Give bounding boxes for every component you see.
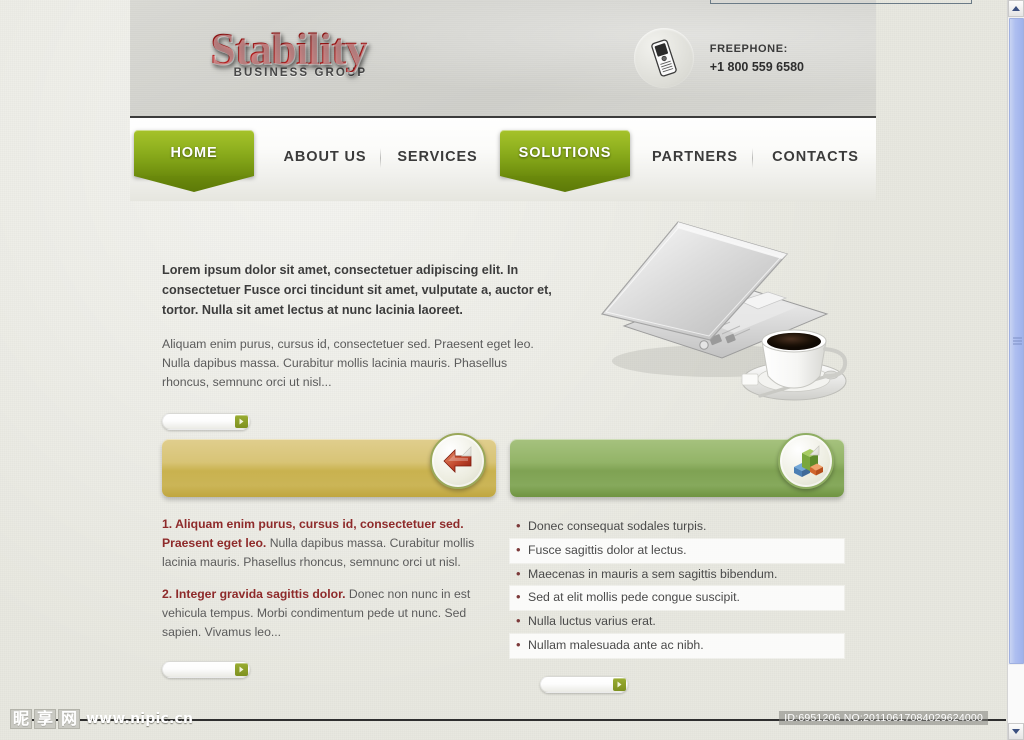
arrow-right-icon [235,415,248,429]
arrow-right-icon [235,662,248,676]
freephone-block: FREEPHONE: +1 800 559 6580 [633,28,804,88]
watermark-rule [30,719,1006,721]
scrollbar-thumb[interactable] [1009,18,1024,664]
arrow-right-icon [613,678,626,692]
scroll-up-button[interactable] [1008,0,1024,17]
right-column-readmore-button[interactable] [540,676,628,694]
list-item: Nulla luctus varius erat. [510,610,844,634]
site-header: Stability BUSINESS GROUP FREEPHONE: +1 8… [130,0,876,118]
promo-banners [130,433,876,497]
green-banner[interactable] [510,433,844,497]
chevron-down-icon [1012,729,1020,734]
hero-lead-paragraph: Lorem ipsum dolor sit amet, consectetuer… [162,263,552,317]
nav-item-about-us[interactable]: ABOUT US [270,146,380,168]
feature-list: Donec consequat sodales turpis. Fusce sa… [510,515,844,658]
numbered-paragraph-2: 2. Integer gravida sagittis dolor. Donec… [162,585,496,642]
nav-item-partners[interactable]: PARTNERS [640,146,750,168]
nav-item-contacts[interactable]: CONTACTS [758,146,873,168]
vertical-scrollbar[interactable] [1007,0,1024,740]
hero-readmore-button[interactable] [162,413,250,431]
watermark-char-2: 享 [34,709,57,729]
list-item: Nullam malesuada ante ac nibh. [510,634,844,658]
list-item: Sed at elit mollis pede congue suscipit. [510,586,844,611]
right-column: Donec consequat sodales turpis. Fusce sa… [510,515,844,694]
page-canvas: Stability BUSINESS GROUP FREEPHONE: +1 8… [0,0,1024,740]
freephone-text: FREEPHONE: +1 800 559 6580 [710,43,804,74]
freephone-number: +1 800 559 6580 [709,59,804,74]
nav-separator [380,148,381,168]
freephone-label: FREEPHONE: [709,42,788,55]
nav-item-label: ABOUT US [283,149,367,165]
nav-item-label: SERVICES [397,149,478,165]
nav-item-solutions[interactable]: SOLUTIONS [500,130,630,176]
numbered-paragraph-1: 1. Aliquam enim purus, cursus id, consec… [162,515,496,572]
content-columns: 1. Aliquam enim purus, cursus id, consec… [130,497,876,694]
watermark-id-text: ID:6951206 NO:20110617084029624000 [779,711,988,725]
mobile-phone-icon [633,28,694,88]
nav-item-label: HOME [170,145,218,161]
bar-chart-cube-icon [778,433,834,489]
gold-banner[interactable] [162,433,496,497]
main-content: Lorem ipsum dolor sit amet, consectetuer… [130,201,876,694]
list-item: Donec consequat sodales turpis. [510,515,844,539]
watermark-char-3: 网 [58,709,81,729]
left-column: 1. Aliquam enim purus, cursus id, consec… [162,515,496,693]
laptop-and-coffee-photo [582,206,882,421]
left-column-readmore-button[interactable] [162,660,250,678]
red-arrow-page-icon [430,433,486,489]
nav-item-label: CONTACTS [772,149,859,165]
watermark-cjk-logo: 昵 享 网 [10,709,81,729]
nav-item-label: SOLUTIONS [518,145,612,161]
website-wrapper: Stability BUSINESS GROUP FREEPHONE: +1 8… [130,0,876,706]
scrollbar-track[interactable] [1008,665,1024,723]
watermark-bar: 昵 享 网 www.nipic.cn ID:6951206 NO:2011061… [0,706,1006,740]
watermark-char-1: 昵 [10,709,33,729]
hero-section: Lorem ipsum dolor sit amet, consectetuer… [130,201,876,441]
logo-brand-text: Stability [210,23,368,74]
watermark-url: www.nipic.cn [86,711,194,727]
list-item: Maecenas in mauris a sem sagittis bibend… [510,563,844,587]
left-column-footer [162,656,496,678]
nav-items-container: HOME ABOUT US SERVICES SOLUTIONS PARTNER… [130,118,876,201]
paragraph-2-heading: 2. Integer gravida sagittis dolor. [162,587,346,602]
nav-item-services[interactable]: SERVICES [385,146,490,168]
scrollbar-grip-icon [1013,337,1022,345]
hero-text-block: Lorem ipsum dolor sit amet, consectetuer… [162,261,554,431]
chevron-up-icon [1012,6,1020,11]
right-column-footer [510,672,844,694]
nav-separator [752,148,753,168]
nipic-watermark-logo: 昵 享 网 www.nipic.cn [10,709,193,729]
hero-body-paragraph: Aliquam enim purus, cursus id, consectet… [162,336,534,390]
top-edge-artifact [710,0,972,4]
scroll-down-button[interactable] [1008,723,1024,740]
site-logo[interactable]: Stability BUSINESS GROUP [210,23,368,80]
nav-item-home[interactable]: HOME [134,130,254,176]
nav-item-label: PARTNERS [652,149,738,165]
main-navigation: HOME ABOUT US SERVICES SOLUTIONS PARTNER… [130,118,876,201]
list-item: Fusce sagittis dolor at lectus. [510,538,844,563]
